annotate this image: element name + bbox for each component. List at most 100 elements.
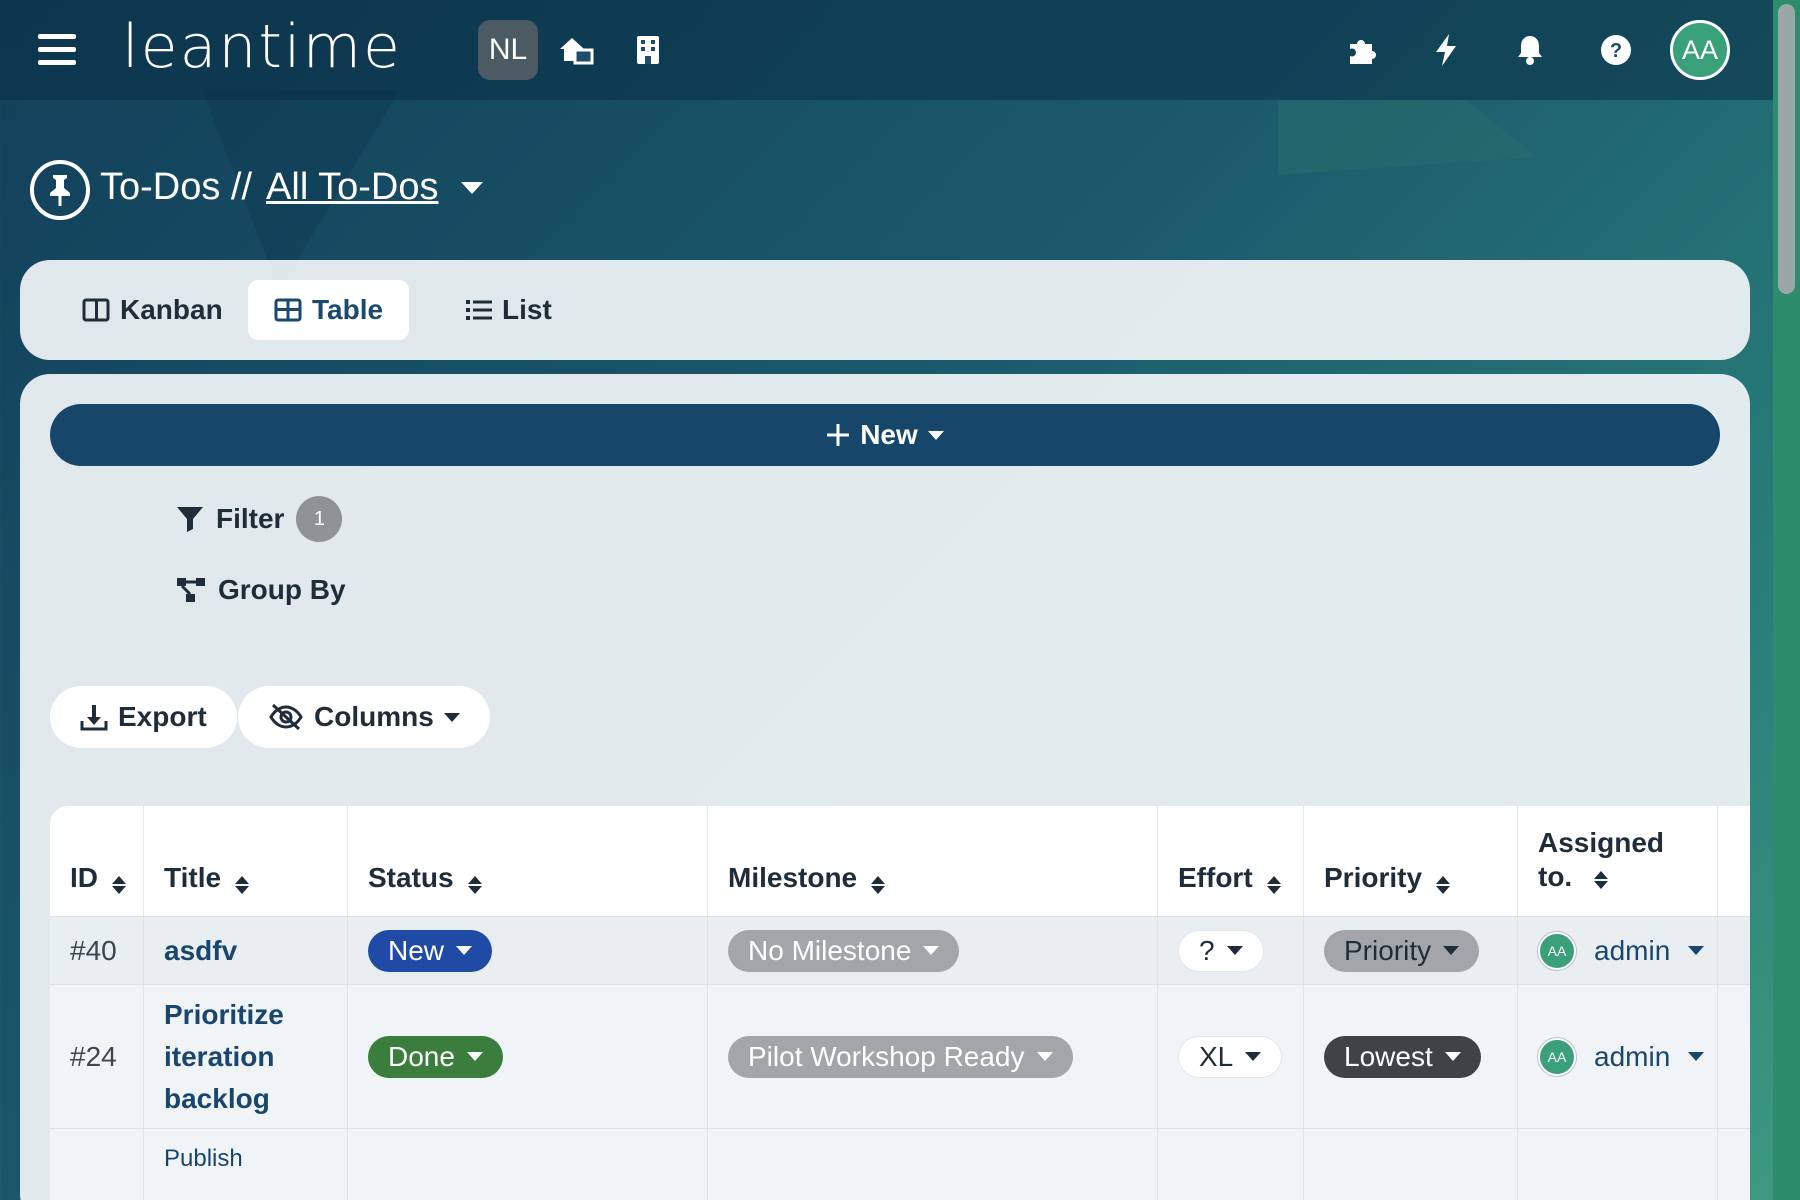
plus-icon: [827, 424, 850, 446]
bell-icon[interactable]: [1510, 30, 1550, 70]
sort-icon: [1266, 876, 1281, 894]
sort-icon: [1594, 871, 1608, 889]
lightning-icon[interactable]: [1426, 30, 1466, 70]
top-navigation-bar: leantime NL ? AA: [0, 0, 1773, 100]
kanban-icon: [82, 298, 110, 322]
milestone-label: Pilot Workshop Ready: [748, 1040, 1025, 1072]
menu-icon[interactable]: [38, 34, 76, 66]
chevron-down-icon: [1688, 1052, 1705, 1061]
project-avatar[interactable]: NL: [478, 20, 538, 80]
help-icon[interactable]: ?: [1596, 30, 1636, 70]
breadcrumb-current[interactable]: All To-Dos: [266, 166, 438, 209]
milestone-cell: No Milestone: [708, 917, 1158, 984]
status-cell: Done: [348, 985, 708, 1128]
status-cell: [348, 1129, 708, 1200]
column-header-label: Priority: [1324, 862, 1423, 893]
effort-dropdown[interactable]: XL: [1178, 1035, 1283, 1078]
effort-cell: [1158, 1129, 1304, 1200]
todo-table: ID Title Status Milestone Effort Priorit…: [50, 806, 1750, 1200]
breadcrumb: To-Dos // All To-Dos: [100, 166, 483, 209]
table-row[interactable]: #24 Prioritize iteration backlog Done Pi…: [50, 984, 1750, 1128]
todo-id: #24: [50, 985, 144, 1128]
todo-table-panel: New Filter 1 Group By Export Columns ID …: [20, 374, 1750, 1200]
effort-dropdown[interactable]: ?: [1178, 929, 1264, 972]
column-header-label: Effort: [1178, 862, 1253, 893]
tab-list-label: List: [502, 294, 552, 325]
status-dropdown[interactable]: Done: [368, 1035, 503, 1078]
table-row[interactable]: #40 asdfv New No Milestone ? Priority AA…: [50, 916, 1750, 984]
eye-slash-icon: [269, 703, 303, 731]
todo-id: [50, 1129, 144, 1200]
chevron-down-icon: [456, 946, 473, 955]
column-header-title[interactable]: Title: [144, 806, 348, 916]
columns-button[interactable]: Columns: [238, 686, 490, 748]
status-dropdown[interactable]: New: [368, 929, 493, 972]
effort-label: XL: [1199, 1040, 1234, 1072]
status-cell: New: [348, 917, 708, 984]
effort-cell: XL: [1158, 985, 1304, 1128]
assignee-cell: AA admin: [1518, 985, 1718, 1128]
background-shape: [1278, 100, 1538, 175]
home-work-icon[interactable]: [556, 30, 596, 70]
milestone-dropdown[interactable]: No Milestone: [728, 929, 960, 972]
puzzle-icon[interactable]: [1342, 30, 1382, 70]
group-by-label: Group By: [218, 574, 346, 605]
column-header-priority[interactable]: Priority: [1304, 806, 1518, 916]
column-header-id[interactable]: ID: [50, 806, 144, 916]
column-header-effort[interactable]: Effort: [1158, 806, 1304, 916]
todo-title-link[interactable]: Prioritize iteration backlog: [144, 985, 348, 1128]
column-header-status[interactable]: Status: [348, 806, 708, 916]
assignee-cell: AA admin: [1518, 917, 1718, 984]
column-header-label: Status: [368, 862, 454, 893]
chevron-down-icon: [1444, 1052, 1461, 1061]
priority-dropdown[interactable]: Priority: [1324, 929, 1480, 972]
assignee-dropdown[interactable]: AA admin: [1538, 1037, 1705, 1076]
todo-title-link[interactable]: asdfv: [144, 917, 348, 984]
tab-kanban[interactable]: Kanban: [56, 280, 249, 340]
column-header-label: Title: [164, 862, 222, 893]
column-header-label: Milestone: [728, 862, 858, 893]
chevron-down-icon: [927, 430, 944, 440]
app-logo[interactable]: leantime: [122, 12, 402, 82]
sort-icon: [467, 876, 482, 894]
export-button[interactable]: Export: [50, 686, 237, 748]
chevron-down-icon: [1443, 946, 1460, 955]
filter-icon: [177, 507, 203, 532]
new-button-label: New: [860, 419, 918, 450]
column-header-label: Assigned to.: [1538, 827, 1665, 892]
milestone-cell: [708, 1129, 1158, 1200]
column-header-assigned[interactable]: Assigned to.: [1518, 806, 1718, 916]
milestone-label: No Milestone: [748, 934, 912, 966]
assignee-dropdown[interactable]: AA admin: [1538, 931, 1705, 970]
avatar: AA: [1538, 1037, 1576, 1076]
column-header-label: ID: [70, 862, 98, 893]
list-icon: [466, 300, 492, 320]
scrollbar-thumb[interactable]: [1778, 4, 1795, 294]
user-avatar[interactable]: AA: [1670, 20, 1730, 80]
download-icon: [80, 705, 108, 731]
todo-title-link[interactable]: Publish: [144, 1129, 348, 1200]
sort-icon: [235, 876, 250, 894]
assignee-name: admin: [1594, 934, 1671, 966]
priority-dropdown[interactable]: Lowest: [1324, 1035, 1481, 1078]
table-row[interactable]: Publish: [50, 1128, 1750, 1200]
svg-text:?: ?: [1610, 40, 1622, 62]
tab-table[interactable]: Table: [248, 280, 410, 340]
effort-label: ?: [1199, 934, 1215, 966]
sort-icon: [871, 876, 886, 894]
milestone-dropdown[interactable]: Pilot Workshop Ready: [728, 1035, 1073, 1078]
pin-icon: [30, 160, 90, 220]
chevron-down-icon[interactable]: [460, 181, 483, 194]
diagram-icon: [177, 578, 205, 602]
assignee-cell: [1518, 1129, 1718, 1200]
sort-icon: [112, 876, 126, 894]
group-by-button[interactable]: Group By: [176, 574, 346, 606]
tab-list[interactable]: List: [440, 280, 578, 340]
column-header-milestone[interactable]: Milestone: [708, 806, 1158, 916]
breadcrumb-section: To-Dos //: [100, 166, 253, 208]
tab-kanban-label: Kanban: [120, 294, 223, 325]
priority-label: Priority: [1344, 934, 1432, 966]
new-todo-button[interactable]: New: [50, 404, 1720, 466]
filter-button[interactable]: Filter 1: [176, 496, 343, 542]
building-icon[interactable]: [628, 30, 668, 70]
